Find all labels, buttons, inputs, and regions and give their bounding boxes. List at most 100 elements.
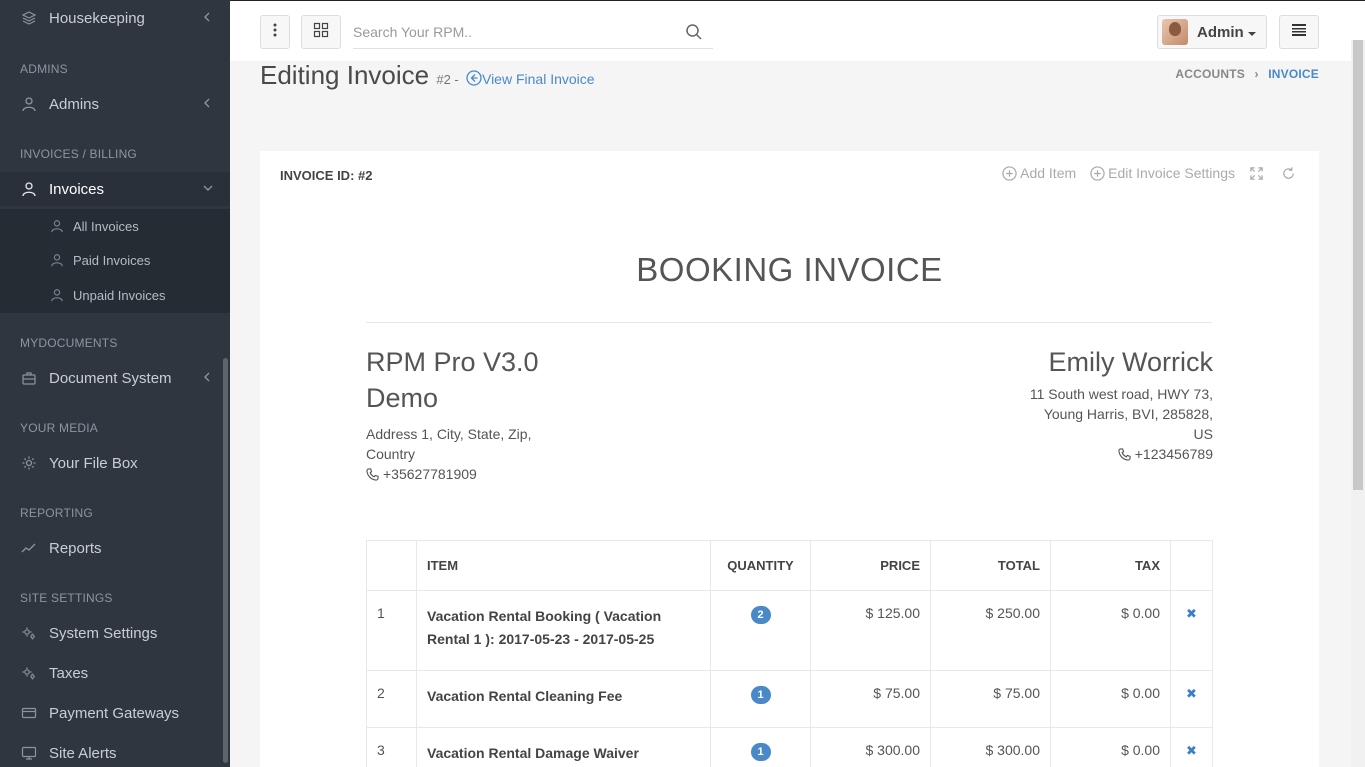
user-icon [50, 219, 64, 233]
chevron-right-icon: › [1254, 67, 1259, 81]
row-number: 1 [366, 590, 417, 671]
gears-icon [20, 664, 38, 682]
column-header-quantity: QUANTITY [710, 540, 811, 591]
gears-icon [20, 624, 38, 642]
chevron-down-icon [202, 181, 216, 197]
sidebar-subitem-label: Unpaid Invoices [73, 287, 166, 303]
customer-address-line-2: Young Harris, BVI, 285828, [1043, 406, 1213, 422]
grid-icon [313, 22, 329, 43]
caret-down-icon [1247, 24, 1256, 41]
sidebar-item-document-system[interactable]: Document System [0, 361, 230, 395]
search-input[interactable] [353, 23, 673, 40]
avatar [1162, 19, 1188, 45]
customer-address-line-3: US [1193, 426, 1213, 442]
more-options-button[interactable] [260, 15, 290, 49]
user-menu-button[interactable]: Admin [1157, 15, 1267, 49]
sidebar-subitem-unpaid-invoices[interactable]: Unpaid Invoices [0, 277, 230, 313]
toggle-panel-button[interactable] [1279, 15, 1319, 49]
invoice-items-table: ITEM QUANTITY PRICE TOTAL TAX 1 Vacation… [366, 540, 1213, 767]
column-header-actions [1170, 540, 1213, 591]
row-tax: $ 0.00 [1050, 727, 1171, 767]
sidebar-item-housekeeping[interactable]: Housekeeping [0, 1, 230, 35]
delete-icon[interactable]: ✖ [1186, 743, 1197, 758]
list-icon [1292, 23, 1306, 41]
row-price: $ 125.00 [810, 590, 931, 671]
sidebar: Housekeeping ADMINS Admins INVOICES / BI… [0, 0, 230, 767]
sidebar-subitem-all-invoices[interactable]: All Invoices [0, 209, 230, 243]
sidebar-item-label: Admins [49, 95, 100, 113]
edit-invoice-settings-button[interactable]: Edit Invoice Settings [1090, 165, 1235, 181]
sidebar-scrollbar[interactable] [223, 358, 228, 763]
delete-icon[interactable]: ✖ [1186, 686, 1197, 701]
section-heading-invoices: INVOICES / BILLING [20, 147, 137, 161]
section-heading-mydocuments: MYDOCUMENTS [20, 336, 118, 350]
row-price: $ 300.00 [810, 727, 931, 767]
row-price: $ 75.00 [810, 670, 931, 728]
sidebar-item-label: Taxes [49, 664, 89, 682]
sidebar-item-taxes[interactable]: Taxes [0, 656, 230, 690]
search-box [353, 15, 713, 49]
sidebar-item-label: Reports [49, 539, 102, 557]
view-final-invoice-link[interactable]: View Final Invoice [466, 70, 595, 87]
column-header-item: ITEM [416, 540, 711, 591]
invoice-heading: BOOKING INVOICE [636, 251, 943, 288]
row-total: $ 300.00 [930, 727, 1051, 767]
plus-circle-icon [1002, 165, 1017, 181]
phone-icon [1118, 447, 1131, 461]
sidebar-subitem-label: All Invoices [73, 218, 139, 234]
sidebar-subitem-label: Paid Invoices [73, 252, 151, 268]
divider [366, 322, 1212, 323]
sidebar-item-label: Site Alerts [49, 744, 117, 762]
trend-icon [20, 539, 38, 557]
credit-card-icon [20, 704, 38, 722]
layers-icon [20, 9, 38, 27]
row-tax: $ 0.00 [1050, 670, 1171, 728]
refresh-button[interactable] [1281, 166, 1299, 181]
expand-icon [1250, 166, 1263, 180]
scrollbar-thumb[interactable] [1353, 40, 1363, 490]
quantity-badge: 1 [750, 743, 771, 761]
sidebar-item-payment-gateways[interactable]: Payment Gateways [0, 696, 230, 730]
fullscreen-button[interactable] [1249, 166, 1267, 181]
column-header-total: TOTAL [930, 540, 1051, 591]
breadcrumb-invoice: INVOICE [1268, 67, 1319, 81]
row-total: $ 75.00 [930, 670, 1051, 728]
chevron-left-icon [202, 10, 216, 26]
to-address-block: Emily Worrick 11 South west road, HWY 73… [993, 344, 1213, 466]
delete-icon[interactable]: ✖ [1186, 606, 1197, 621]
briefcase-icon [20, 369, 38, 387]
row-tax: $ 0.00 [1050, 590, 1171, 671]
section-heading-site-settings: SITE SETTINGS [20, 591, 113, 605]
search-icon[interactable] [685, 23, 703, 41]
sidebar-item-admins[interactable]: Admins [0, 87, 230, 121]
quantity-badge: 2 [750, 606, 771, 624]
user-icon [50, 288, 64, 302]
main-scrollbar[interactable] [1351, 40, 1365, 767]
sidebar-subitem-paid-invoices[interactable]: Paid Invoices [0, 243, 230, 277]
company-name-line-1: RPM Pro V3.0 [366, 347, 539, 377]
customer-name: Emily Worrick [1048, 347, 1214, 377]
user-icon [50, 253, 64, 267]
sidebar-item-file-box[interactable]: Your File Box [0, 446, 230, 480]
chevron-left-icon [202, 96, 216, 112]
row-item: Vacation Rental Booking ( Vacation Renta… [416, 590, 711, 671]
table-row: 3 Vacation Rental Damage Waiver 1 $ 300.… [366, 727, 1213, 767]
sidebar-item-label: Housekeeping [49, 9, 145, 27]
sidebar-item-system-settings[interactable]: System Settings [0, 616, 230, 650]
user-icon [20, 180, 38, 198]
user-name: Admin [1197, 23, 1244, 41]
sidebar-item-site-alerts[interactable]: Site Alerts [0, 736, 230, 767]
add-item-button[interactable]: Add Item [1002, 165, 1076, 181]
company-address-line-2: Country [366, 446, 416, 462]
row-number: 2 [366, 670, 417, 728]
from-address-block: RPM Pro V3.0 Demo Address 1, City, State… [366, 344, 586, 486]
panel-tools: Add Item Edit Invoice Settings [988, 165, 1299, 181]
table-row: 2 Vacation Rental Cleaning Fee 1 $ 75.00… [366, 670, 1213, 728]
sidebar-item-invoices[interactable]: Invoices [0, 172, 230, 206]
breadcrumb-accounts[interactable]: ACCOUNTS [1175, 67, 1245, 81]
grid-view-button[interactable] [301, 15, 341, 49]
sidebar-item-reports[interactable]: Reports [0, 531, 230, 565]
topbar: Admin [230, 0, 1365, 61]
sidebar-item-label: System Settings [49, 624, 158, 642]
page-title-text: Editing Invoice [260, 60, 430, 90]
